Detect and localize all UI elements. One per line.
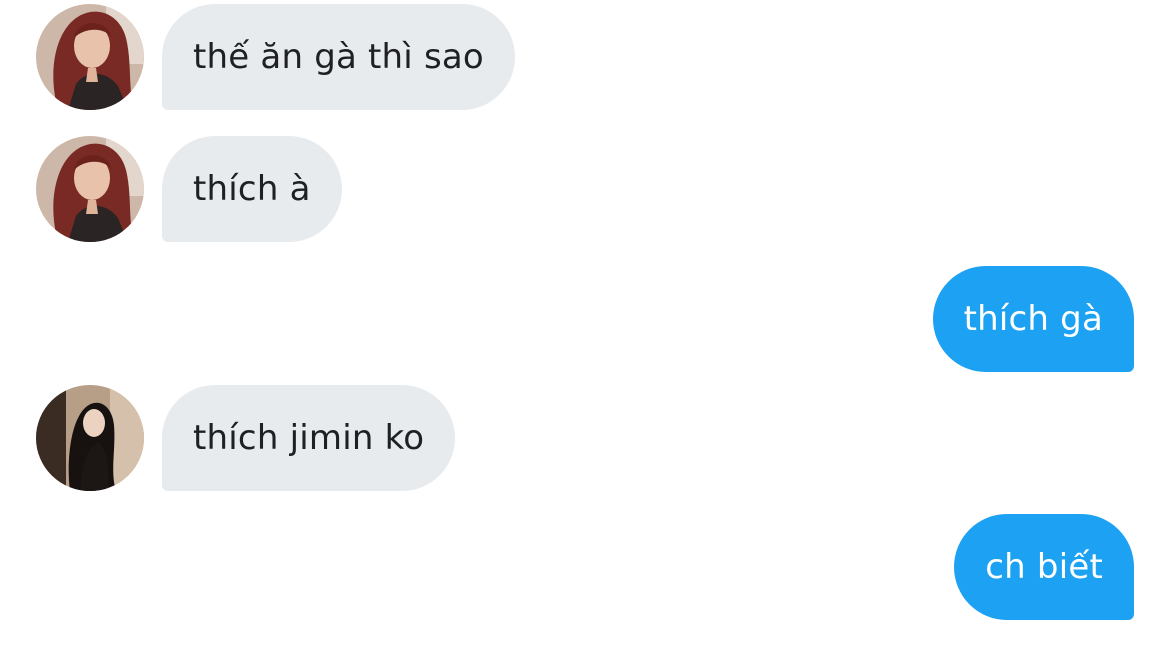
incoming-message: thích à [0, 136, 1170, 242]
message-bubble[interactable]: thích à [162, 136, 342, 242]
outgoing-message: ch biết [0, 514, 1170, 620]
sender-avatar[interactable] [36, 4, 144, 110]
sender-avatar[interactable] [36, 136, 144, 242]
avatar-red-hair-image [36, 4, 144, 110]
outgoing-message: thích gà [0, 266, 1170, 372]
message-bubble[interactable]: thế ăn gà thì sao [162, 4, 515, 110]
incoming-message: thích jimin ko [0, 385, 1170, 491]
avatar-dark-hair-image [36, 385, 144, 491]
avatar-red-hair-image [36, 136, 144, 242]
message-bubble[interactable]: ch biết [954, 514, 1134, 620]
message-bubble[interactable]: thích gà [932, 266, 1134, 372]
sender-avatar[interactable] [36, 385, 144, 491]
incoming-message: thế ăn gà thì sao [0, 4, 1170, 110]
message-bubble[interactable]: thích jimin ko [162, 385, 456, 491]
